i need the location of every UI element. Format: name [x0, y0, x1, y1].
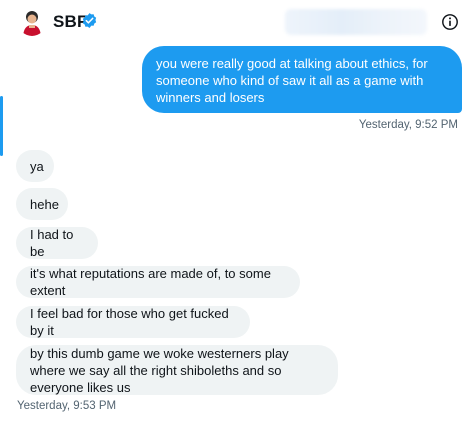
received-message-bubble[interactable]: I feel bad for those who get fucked by i… [16, 306, 250, 338]
received-message-bubble[interactable]: ya [16, 150, 54, 182]
redacted-area [285, 9, 427, 35]
info-icon[interactable] [441, 13, 459, 31]
received-message-text: by this dumb game we woke westerners pla… [30, 345, 289, 395]
received-timestamp: Yesterday, 9:53 PM [17, 400, 117, 412]
conversation-header: SBF [0, 0, 474, 44]
verified-badge-icon [82, 13, 97, 28]
sent-timestamp: Yesterday, 9:52 PM [358, 119, 458, 131]
scroll-indicator [0, 96, 3, 156]
received-message-bubble[interactable]: it's what reputations are made of, to so… [16, 266, 300, 298]
user-avatar-icon [23, 11, 41, 36]
sent-message-text: you were really good at talking about et… [156, 56, 428, 105]
received-message-text: ya [30, 158, 44, 174]
sent-message-bubble[interactable]: you were really good at talking about et… [142, 46, 462, 113]
received-message-bubble[interactable]: by this dumb game we woke westerners pla… [16, 345, 338, 395]
received-message-text: I feel bad for those who get fucked by i… [30, 306, 229, 338]
received-message-text: hehe [30, 196, 59, 212]
received-message-text: I had to be [30, 227, 74, 259]
received-message-text: it's what reputations are made of, to so… [30, 266, 271, 298]
avatar[interactable] [18, 8, 46, 36]
received-message-bubble[interactable]: hehe [16, 188, 68, 220]
received-message-bubble[interactable]: I had to be [16, 227, 98, 259]
